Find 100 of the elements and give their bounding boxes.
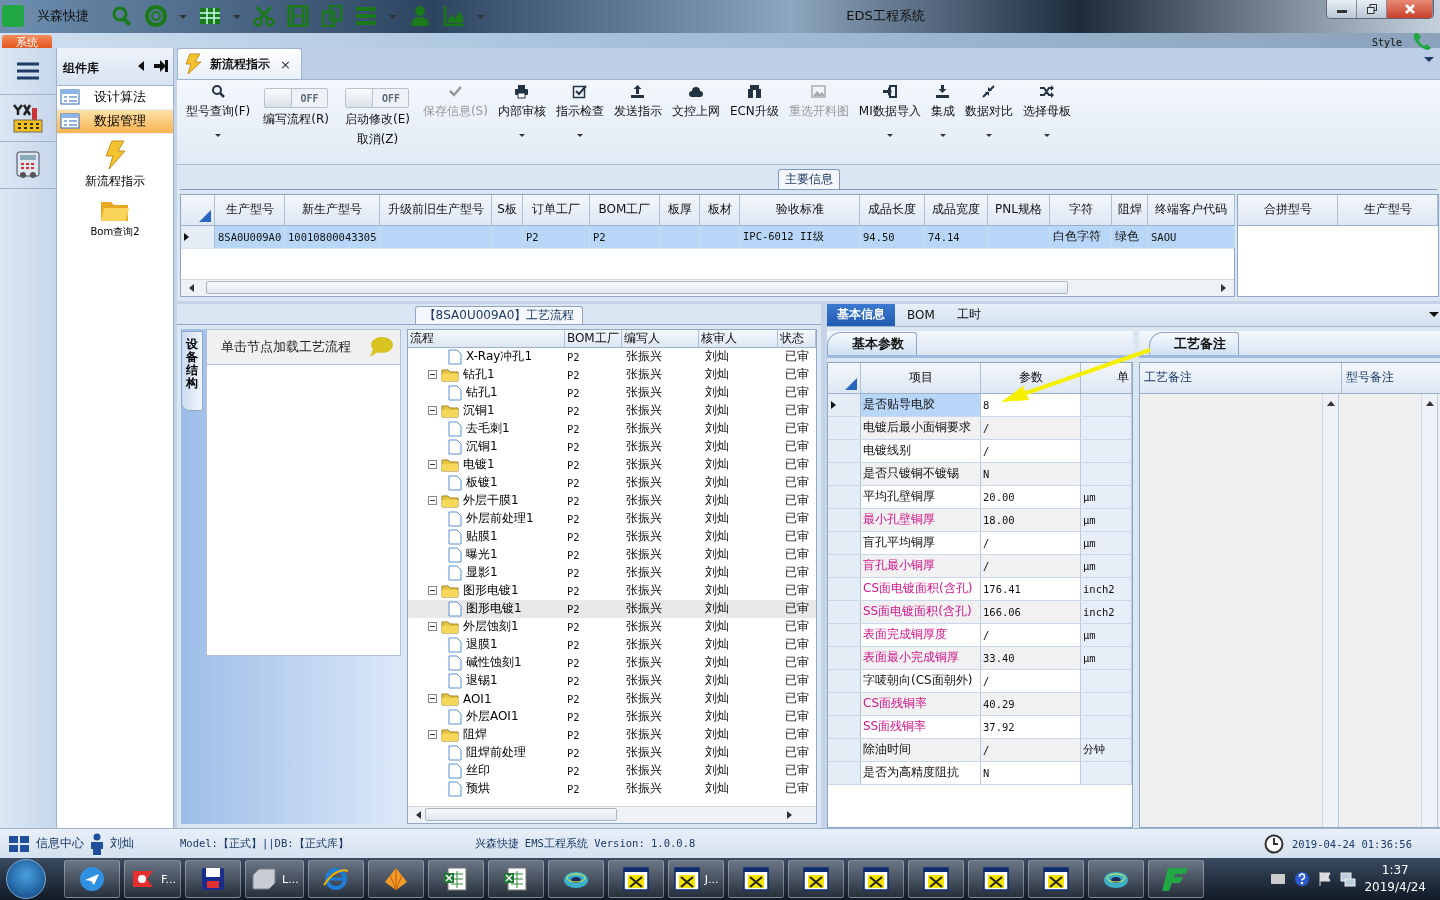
toolbar-button[interactable]: 集成 [925, 84, 960, 141]
table-row[interactable]: 表面最小完成铜厚 33.40 μm [828, 646, 1132, 670]
column-header[interactable]: BOM工厂 [564, 329, 622, 347]
column-header[interactable]: 编写人 [621, 329, 699, 347]
column-header[interactable]: PNL规格 [988, 194, 1050, 225]
column-header[interactable]: 板厚 [660, 194, 700, 225]
tree-row[interactable]: 预烘 P2 张振兴 刘灿 已审 [407, 779, 816, 798]
param-name[interactable]: 表面完成铜厚度 [861, 623, 981, 646]
param-value[interactable]: 18.00 [981, 508, 1081, 531]
tree-row[interactable]: 外层前处理1 P2 张振兴 刘灿 已审 [407, 509, 816, 528]
tree-node[interactable]: 外层蚀刻1 [407, 617, 563, 636]
toolbar-button[interactable]: MI数据导入 [853, 84, 926, 141]
toolbar-button[interactable]: ECN升级 [724, 84, 784, 121]
param-name[interactable]: 盲孔平均铜厚 [861, 531, 981, 554]
tree-row[interactable]: 阻焊 P2 张振兴 刘灿 已审 [407, 725, 816, 744]
tree-row[interactable]: X-Ray冲孔1 P2 张振兴 刘灿 已审 [407, 347, 816, 366]
tree-row[interactable]: 退锡1 P2 张振兴 刘灿 已审 [407, 671, 816, 690]
toolbar-button[interactable]: 文控上网 [666, 84, 725, 121]
tree-row[interactable]: 钻孔1 P2 张振兴 刘灿 已审 [407, 383, 816, 402]
tree-row[interactable]: 外层AOI1 P2 张振兴 刘灿 已审 [407, 707, 816, 726]
column-header[interactable]: 状态 [777, 329, 816, 347]
column-header[interactable]: 新生产型号 [285, 194, 380, 225]
tree-row[interactable]: 沉铜1 P2 张振兴 刘灿 已审 [407, 437, 816, 456]
table-row[interactable]: 最小孔壁铜厚 18.00 μm [828, 508, 1132, 532]
tree-node[interactable]: 外层干膜1 [407, 491, 563, 510]
column-header[interactable]: 订单工厂 [523, 194, 590, 225]
tree-node[interactable]: 外层前处理1 [407, 509, 563, 528]
tree-node[interactable]: 电镀1 [407, 455, 563, 474]
tree-row[interactable]: 碱性蚀刻1 P2 张振兴 刘灿 已审 [407, 653, 816, 672]
panel-tab[interactable]: 基本参数 [827, 331, 917, 355]
tab[interactable]: 基本信息 [827, 303, 895, 326]
tree-row[interactable]: 退膜1 P2 张振兴 刘灿 已审 [407, 635, 816, 654]
tree-node[interactable]: 预烘 [407, 779, 563, 798]
param-value[interactable]: 166.06 [981, 600, 1081, 623]
tree-node[interactable]: 碱性蚀刻1 [407, 653, 563, 672]
taskbar-button[interactable]: L... [245, 860, 304, 899]
column-header[interactable]: BOM工厂 [590, 194, 660, 225]
tab[interactable]: BOM [897, 303, 945, 326]
table-row[interactable]: 平均孔壁铜厚 20.00 μm [828, 485, 1132, 509]
tree-node[interactable]: 退锡1 [407, 671, 563, 690]
side-tab[interactable]: 设备结构 [181, 330, 203, 411]
param-value[interactable]: / [981, 554, 1081, 577]
param-name[interactable]: SS面电镀面积(含孔) [861, 600, 981, 623]
tree-node[interactable]: 贴膜1 [407, 527, 563, 546]
tree-row[interactable]: 显影1 P2 张振兴 刘灿 已审 [407, 563, 816, 582]
column-header[interactable]: 项目 [861, 362, 981, 393]
toolbar-button[interactable]: 发送指示 [608, 84, 667, 121]
tree-row[interactable]: 沉铜1 P2 张振兴 刘灿 已审 [407, 401, 816, 420]
taskbar-clock[interactable]: 1:37 2019/4/24 [1364, 862, 1426, 897]
column-header[interactable]: 终端客户代码 [1148, 194, 1235, 225]
table-row[interactable]: 是否只镀铜不镀锡 N [828, 462, 1132, 486]
column-header[interactable]: 阻焊 [1112, 194, 1148, 225]
table-row[interactable]: 表面完成铜厚度 / μm [828, 623, 1132, 647]
toolbar-button[interactable]: 内部审核 [492, 84, 551, 141]
tree-node[interactable]: 钻孔1 [407, 365, 563, 384]
tree-node[interactable]: 外层AOI1 [407, 707, 563, 726]
nav-item[interactable]: 数据管理 [57, 109, 173, 134]
tree-row[interactable]: AOI1 P2 张振兴 刘灿 已审 [407, 689, 816, 708]
tree-node[interactable]: 丝印 [407, 761, 563, 780]
column-header[interactable]: 成品宽度 [925, 194, 988, 225]
param-value[interactable]: / [981, 416, 1081, 439]
tab[interactable]: 工时 [946, 303, 991, 326]
tree-node[interactable]: X-Ray冲孔1 [407, 347, 563, 366]
toolbar-button[interactable]: 数据对比 [959, 84, 1018, 141]
toggle-switch[interactable]: OFF [345, 88, 410, 109]
column-header[interactable]: 成品长度 [860, 194, 925, 225]
table-row[interactable]: CS面残铜率 40.29 [828, 692, 1132, 716]
tree-node[interactable]: 阻焊前处理 [407, 743, 563, 762]
param-name[interactable]: 字唛朝向(CS面朝外) [861, 669, 981, 692]
param-value[interactable]: 40.29 [981, 692, 1081, 715]
tree-node[interactable]: 沉铜1 [407, 401, 563, 420]
param-name[interactable]: 是否贴导电胶 [861, 393, 981, 416]
column-header[interactable]: 板材 [700, 194, 740, 225]
param-name[interactable]: CS面残铜率 [861, 692, 981, 715]
table-row[interactable]: 是否为高精度阻抗 N [828, 761, 1132, 785]
column-header[interactable]: 工艺备注 [1140, 362, 1342, 393]
table-row[interactable]: 电镀线别 / [828, 439, 1132, 463]
tree-node[interactable]: 图形电镀1 [407, 581, 563, 600]
table-row[interactable]: 8SA0U009A0 10010800043305 P2 P2 IPC-6012 II级 94.50 74.14 白色字符 绿色 SAOU [181, 225, 1234, 249]
table-row[interactable]: SS面电镀面积(含孔) 166.06 inch2 [828, 600, 1132, 624]
style-menu[interactable]: Style [1371, 36, 1402, 48]
table-row[interactable]: 盲孔最小铜厚 / μm [828, 554, 1132, 578]
tool-button[interactable]: Bom查询2 [57, 191, 173, 241]
param-name[interactable]: CS面电镀面积(含孔) [861, 577, 981, 600]
param-value[interactable]: / [981, 738, 1081, 761]
column-header[interactable]: 流程 [407, 329, 565, 347]
tree-row[interactable]: 曝光1 P2 张振兴 刘灿 已审 [407, 545, 816, 564]
toggle-switch[interactable]: OFF [264, 88, 329, 109]
tree-row[interactable]: 钻孔1 P2 张振兴 刘灿 已审 [407, 365, 816, 384]
tree-row[interactable]: 板镀1 P2 张振兴 刘灿 已审 [407, 473, 816, 492]
taskbar-button[interactable]: F... [124, 860, 182, 899]
info-center-label[interactable]: 信息中心 [36, 835, 84, 853]
toolbar-button[interactable]: 指示检查 [550, 84, 609, 141]
tree-row[interactable]: 外层干膜1 P2 张振兴 刘灿 已审 [407, 491, 816, 510]
document-tab[interactable]: 新流程指示 × [177, 48, 302, 80]
tab-close-button[interactable]: × [278, 56, 293, 72]
tree-row[interactable]: 图形电镀1 P2 张振兴 刘灿 已审 [407, 599, 816, 618]
param-name[interactable]: 除油时间 [861, 738, 981, 761]
tree-node[interactable]: 板镀1 [407, 473, 563, 492]
column-header[interactable]: 生产型号 [1338, 194, 1438, 225]
